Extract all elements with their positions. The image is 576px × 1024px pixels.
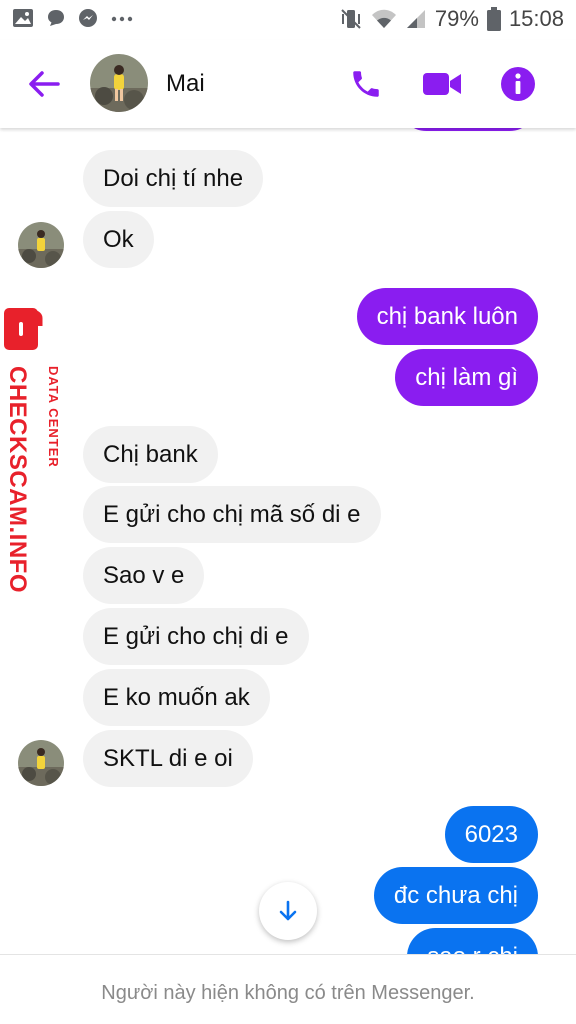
message-bubble-incoming[interactable]: E gửi cho chị di e <box>83 608 309 665</box>
battery-percent: 79% <box>434 6 479 31</box>
info-button[interactable] <box>496 62 540 106</box>
message-bubble-outgoing-partial <box>398 128 538 131</box>
voice-call-button[interactable] <box>344 62 388 106</box>
battery-icon <box>486 7 501 31</box>
arrow-down-icon <box>279 900 297 921</box>
notification-icons <box>12 8 134 28</box>
back-arrow-icon <box>29 71 60 97</box>
system-status: 79% 15:08 <box>339 6 564 32</box>
contact-avatar[interactable] <box>90 54 148 112</box>
message-bubble-incoming[interactable]: Doi chị tí nhe <box>83 150 264 207</box>
status-bar: 79% 15:08 <box>0 0 576 40</box>
phone-icon <box>353 71 379 97</box>
message-thread[interactable]: Doi chị tí nhe Ok chị bank luôn chị làm … <box>0 128 576 954</box>
sender-avatar[interactable] <box>18 740 64 786</box>
unavailable-notice-bar: Người này hiện không có trên Messenger. <box>0 954 576 1024</box>
message-bubble-outgoing[interactable]: chị bank luôn <box>356 288 538 345</box>
more-notifications-icon <box>111 16 133 22</box>
message-bubble-outgoing[interactable]: 6023 <box>444 806 538 863</box>
watermark-title: CHECKSCAM.INFO <box>4 366 31 593</box>
clock: 15:08 <box>508 6 564 31</box>
mute-vibrate-icon <box>341 9 361 29</box>
padlock-icon <box>4 308 43 350</box>
messenger-icon <box>79 9 97 27</box>
message-bubble-incoming[interactable]: Ok <box>83 211 154 268</box>
info-icon <box>501 67 535 101</box>
scroll-to-bottom-button[interactable] <box>259 882 317 940</box>
conversation-header: Mai <box>0 40 576 128</box>
message-bubble-incoming[interactable]: Sao v e <box>83 547 205 604</box>
watermark-subtitle: DATA CENTER <box>46 366 61 468</box>
avatar-photo <box>18 222 64 268</box>
contact-name[interactable]: Mai <box>166 70 205 98</box>
message-bubble-outgoing[interactable]: đc chưa chị <box>373 867 538 924</box>
message-bubble-incoming[interactable]: Chị bank <box>83 426 218 483</box>
sender-avatar[interactable] <box>18 222 64 268</box>
message-bubble-incoming[interactable]: E gửi cho chị mã số di e <box>83 486 381 543</box>
avatar-photo <box>18 740 64 786</box>
gallery-icon <box>13 9 33 27</box>
message-bubble-incoming[interactable]: E ko muốn ak <box>83 669 270 726</box>
back-button[interactable] <box>24 64 64 104</box>
message-bubble-outgoing[interactable]: sao r chị <box>407 928 538 954</box>
checkscam-watermark: DATA CENTER CHECKSCAM.INFO <box>0 308 64 598</box>
unavailable-notice: Người này hiện không có trên Messenger. <box>101 982 475 1004</box>
wifi-icon <box>371 9 396 28</box>
video-call-button[interactable] <box>420 62 464 106</box>
message-bubble-outgoing[interactable]: chị làm gì <box>395 349 538 406</box>
avatar-photo <box>90 54 148 112</box>
message-bubble-incoming[interactable]: SKTL di e oi <box>83 730 253 787</box>
signal-icon <box>406 10 425 28</box>
video-camera-icon <box>423 73 461 95</box>
chat-bubble-icon <box>48 10 64 26</box>
